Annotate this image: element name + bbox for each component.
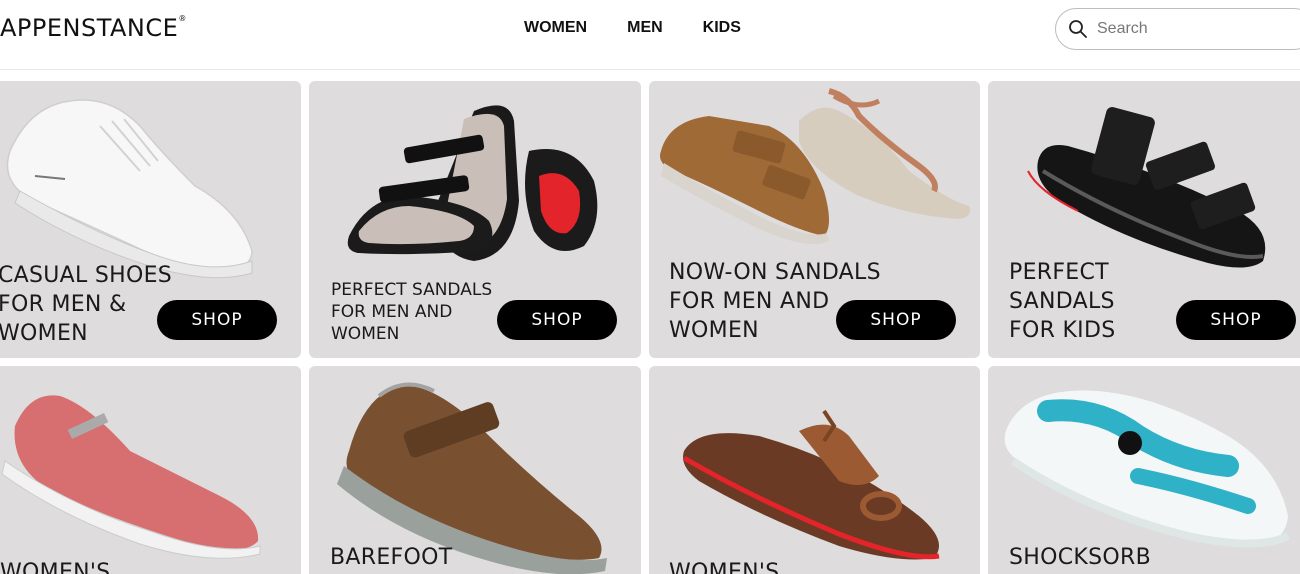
card-title: WOMEN'S (0, 560, 111, 574)
shop-button[interactable]: SHOP (836, 300, 956, 340)
category-card-now-on-sandals[interactable]: NOW-ON SANDALS FOR MEN AND WOMEN SHOP (649, 81, 980, 358)
main-nav: WOMEN MEN KIDS (524, 19, 741, 37)
category-card-casual-shoes[interactable]: CASUAL SHOES FOR MEN & WOMEN SHOP (0, 81, 301, 358)
shop-button[interactable]: SHOP (157, 300, 277, 340)
shop-button[interactable]: SHOP (497, 300, 617, 340)
product-grid: CASUAL SHOES FOR MEN & WOMEN SHOP PERFEC… (0, 0, 1300, 574)
nav-item-men[interactable]: MEN (627, 19, 663, 37)
category-card-perfect-sandals[interactable]: PERFECT SANDALS FOR MEN AND WOMEN SHOP (309, 81, 641, 358)
search-icon (1069, 20, 1087, 38)
card-title: CASUAL SHOES FOR MEN & WOMEN (0, 263, 173, 346)
card-title: SHOCKSORB (1009, 545, 1151, 570)
category-card-barefoot[interactable]: BAREFOOT (309, 366, 641, 574)
registered-mark: ® (178, 14, 187, 23)
category-card-womens-flats[interactable]: WOMEN'S (0, 366, 301, 574)
category-card-womens-sandals[interactable]: WOMEN'S (649, 366, 980, 574)
kolhapuri-sandal-image (682, 409, 940, 560)
brand-logo[interactable]: APPENSTANCE® (0, 14, 187, 42)
shop-button[interactable]: SHOP (1176, 300, 1296, 340)
card-title: WOMEN'S (669, 560, 780, 574)
brand-name: APPENSTANCE (0, 14, 179, 42)
nav-item-women[interactable]: WOMEN (524, 19, 587, 37)
search-box[interactable] (1055, 8, 1300, 50)
search-input[interactable] (1097, 20, 1277, 38)
card-title: BAREFOOT (330, 545, 453, 570)
card-title: PERFECT SANDALS FOR KIDS (1009, 260, 1116, 343)
category-card-kids-sandals[interactable]: PERFECT SANDALS FOR KIDS SHOP (988, 81, 1300, 358)
nav-item-kids[interactable]: KIDS (703, 19, 741, 37)
category-card-shocksorb[interactable]: SHOCKSORB (988, 366, 1300, 574)
card-title: PERFECT SANDALS FOR MEN AND WOMEN (331, 280, 493, 344)
pink-flat-image (1, 395, 261, 559)
site-header: APPENSTANCE® WOMEN MEN KIDS (0, 0, 1300, 70)
